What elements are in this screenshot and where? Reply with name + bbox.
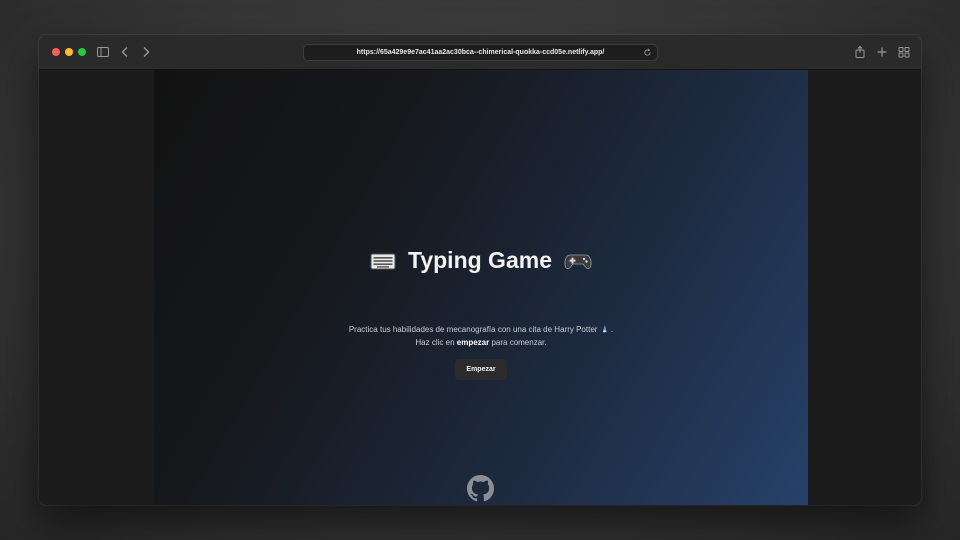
description-prefix: Haz clic en: [415, 338, 455, 347]
description-text: Practica tus habilidades de mecanografía…: [348, 325, 598, 334]
start-button[interactable]: Empezar: [455, 359, 507, 380]
wizard-icon: [600, 324, 609, 333]
browser-toolbar: https://65a429e9e7ac41aa2ac30bca--chimer…: [39, 35, 921, 70]
minimize-window-button[interactable]: [65, 48, 73, 56]
back-arrow-icon[interactable]: [118, 45, 132, 59]
page-title: Typing Game: [154, 246, 808, 274]
description-bold-word: empezar: [456, 338, 490, 347]
description: Practica tus habilidades de mecanografía…: [154, 323, 808, 349]
keyboard-icon: [370, 251, 396, 271]
maximize-window-button[interactable]: [78, 48, 86, 56]
title-text: Typing Game: [408, 247, 552, 274]
description-suffix: para comenzar.: [491, 338, 547, 347]
sidebar-toggle-icon[interactable]: [96, 45, 110, 59]
close-window-button[interactable]: [52, 48, 60, 56]
gamepad-icon: [564, 251, 592, 271]
browser-window: https://65a429e9e7ac41aa2ac30bca--chimer…: [39, 35, 921, 505]
description-period: .: [610, 325, 614, 334]
address-bar[interactable]: https://65a429e9e7ac41aa2ac30bca--chimer…: [303, 44, 658, 61]
share-icon[interactable]: [853, 45, 867, 59]
github-icon[interactable]: [467, 475, 494, 502]
tab-overview-icon[interactable]: [897, 45, 911, 59]
reload-icon[interactable]: [643, 48, 652, 57]
new-tab-icon[interactable]: [875, 45, 889, 59]
description-line-1: Practica tus habilidades de mecanografía…: [154, 323, 808, 336]
forward-arrow-icon[interactable]: [139, 45, 153, 59]
browser-viewport: Typing Game Practica tus habilidades de …: [39, 70, 921, 505]
url-text: https://65a429e9e7ac41aa2ac30bca--chimer…: [356, 49, 605, 56]
description-line-2: Haz clic en empezar para comenzar.: [154, 336, 808, 349]
typing-game-page: Typing Game Practica tus habilidades de …: [154, 70, 808, 505]
